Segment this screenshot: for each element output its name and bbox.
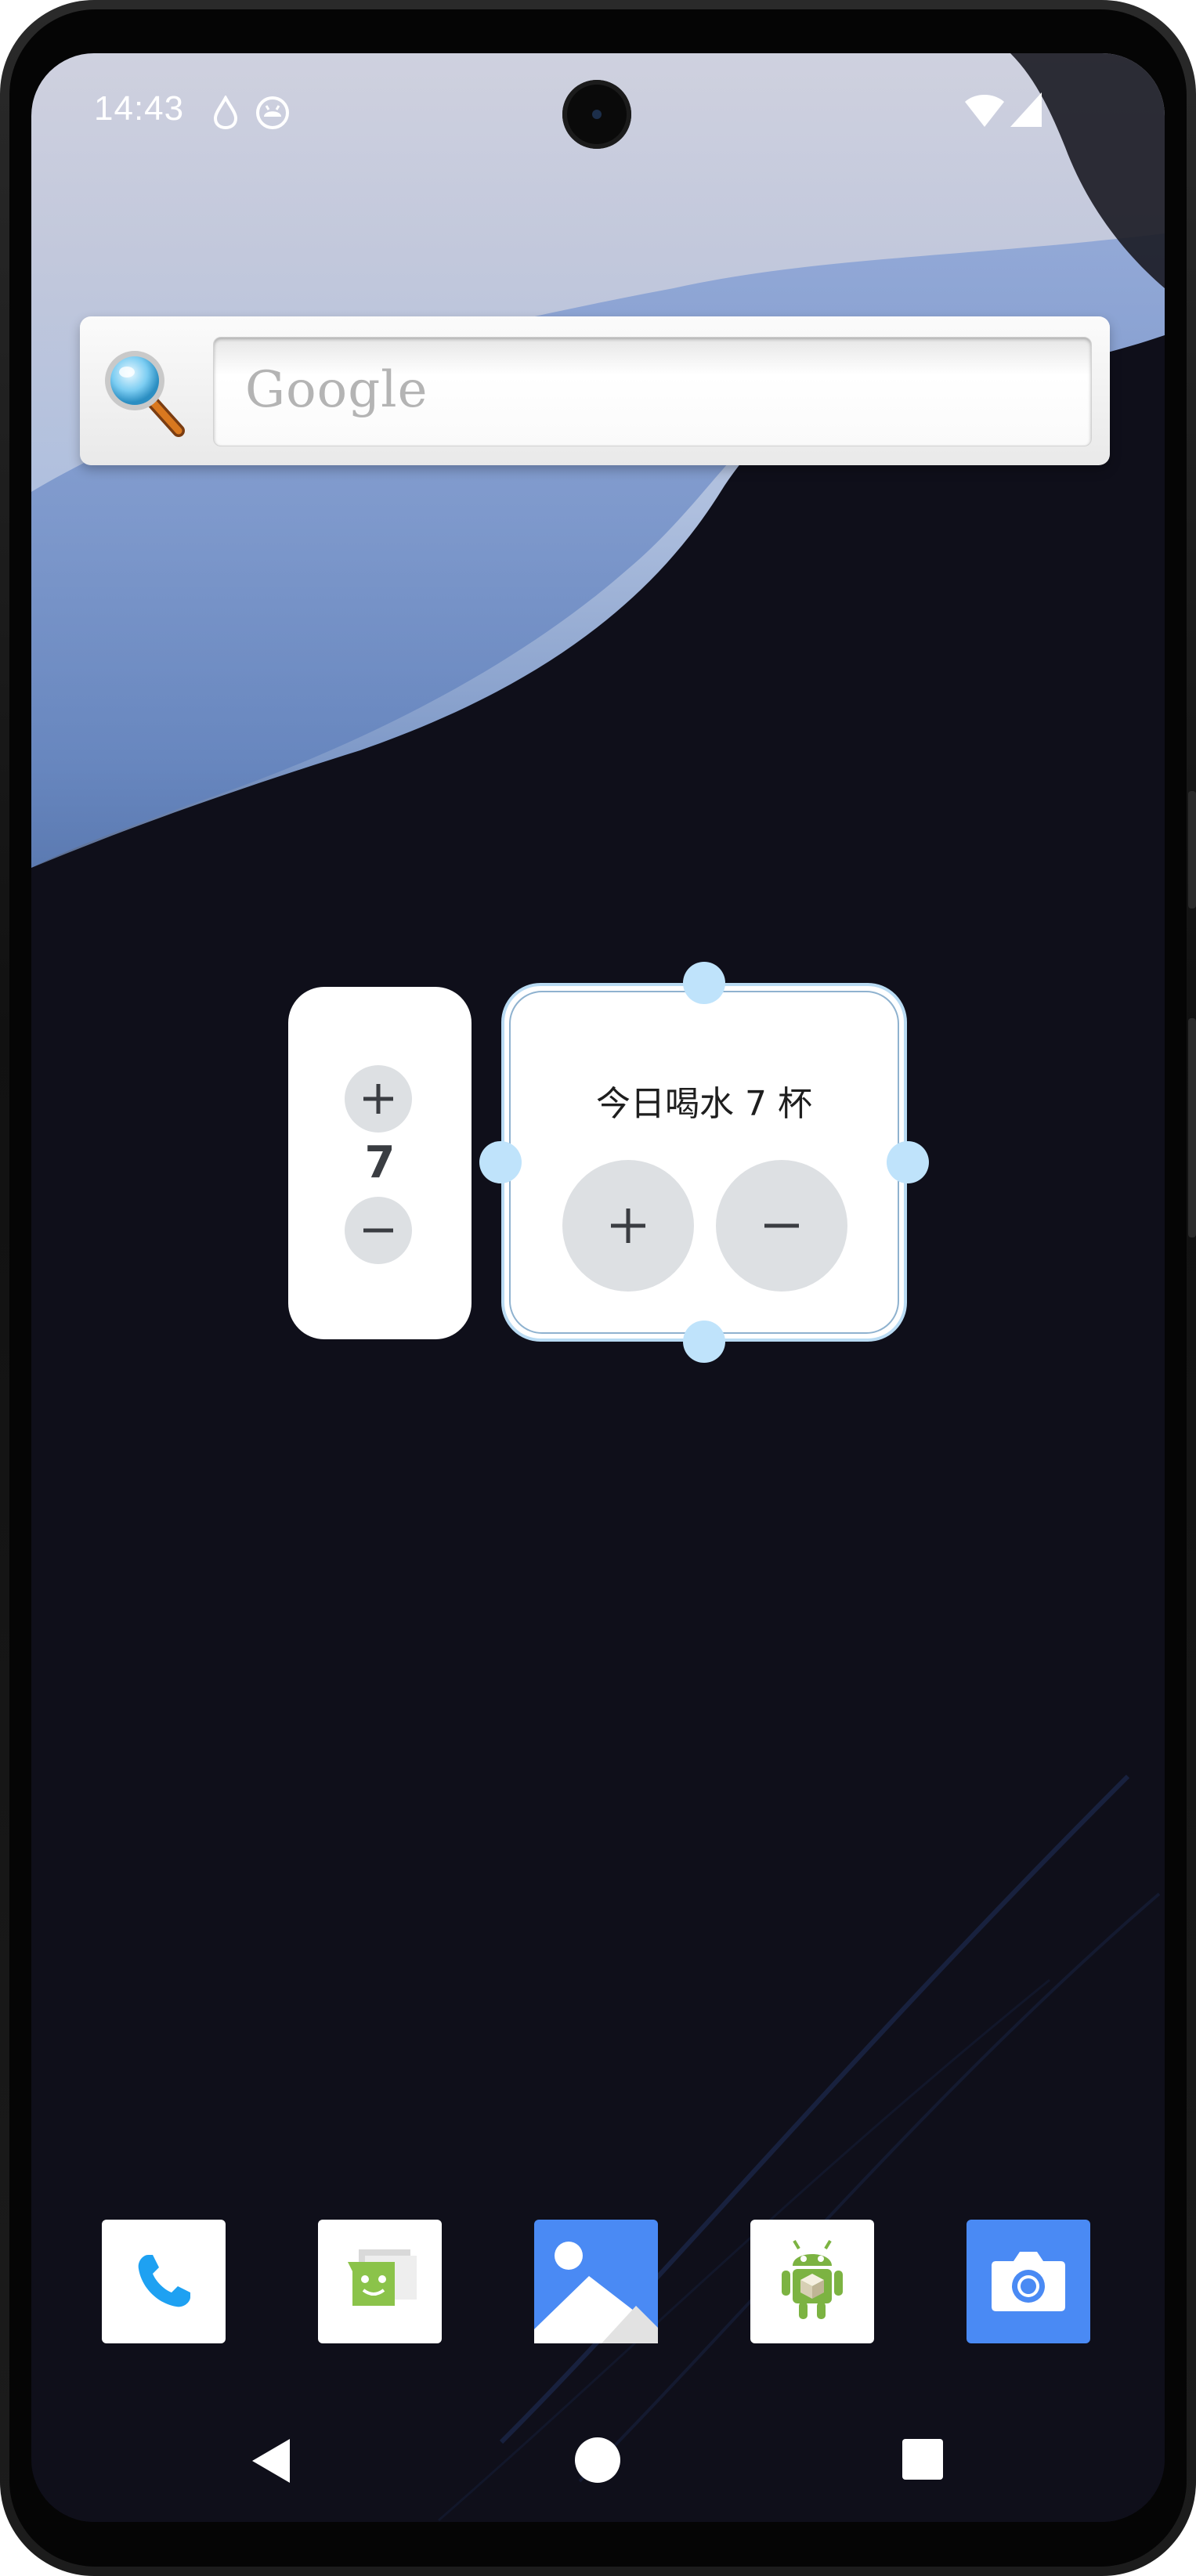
navigation-bar — [31, 2419, 1165, 2505]
small-plus-button[interactable]: + — [345, 1065, 412, 1133]
resize-handle-bottom[interactable] — [683, 1321, 725, 1363]
front-camera — [562, 80, 631, 149]
android-robot-icon — [782, 2239, 843, 2319]
minus-icon — [363, 1228, 393, 1233]
dock-app-camera[interactable] — [967, 2220, 1090, 2343]
water-drop-icon — [211, 94, 240, 133]
plus-icon — [363, 1084, 393, 1114]
resize-handle-top[interactable] — [683, 962, 725, 1004]
magnifier-icon[interactable] — [100, 346, 186, 439]
home-screen: 14:43 Google 7 今日喝水 7 杯 — [31, 53, 1165, 2522]
plus-button[interactable]: + — [562, 1160, 694, 1292]
minus-button[interactable]: − — [716, 1160, 847, 1292]
dock-app-android[interactable] — [750, 2220, 874, 2343]
search-placeholder: Google — [245, 361, 428, 419]
recents-icon[interactable] — [901, 2437, 945, 2484]
volume-button — [1188, 1018, 1196, 1237]
search-input[interactable]: Google — [213, 337, 1092, 446]
water-counter-widget-small[interactable]: + 7 − — [288, 987, 472, 1339]
back-icon[interactable] — [249, 2436, 296, 2489]
gallery-icon — [534, 2242, 658, 2343]
small-water-count: 7 — [364, 1137, 396, 1188]
wifi-icon — [963, 91, 1006, 133]
resize-handle-right[interactable] — [887, 1141, 929, 1183]
water-widget-title: 今日喝水 7 杯 — [596, 1084, 812, 1124]
wallpaper-shape — [31, 53, 1165, 1071]
dock-app-phone[interactable] — [102, 2220, 226, 2343]
status-bar: 14:43 — [31, 53, 1165, 163]
status-time: 14:43 — [94, 89, 185, 128]
dock-app-gallery[interactable] — [534, 2220, 658, 2343]
messages-icon — [348, 2249, 417, 2306]
water-counter-widget[interactable]: 今日喝水 7 杯 + − — [501, 983, 907, 1342]
minus-icon — [764, 1223, 799, 1228]
resize-handle-left[interactable] — [479, 1141, 522, 1183]
power-button — [1188, 791, 1196, 909]
home-icon[interactable] — [573, 2436, 622, 2487]
google-search-widget[interactable]: Google — [80, 316, 1110, 465]
cellular-signal-icon — [1009, 91, 1043, 132]
widget-selection-outline — [509, 991, 899, 1334]
plus-icon — [611, 1209, 645, 1243]
camera-icon — [992, 2252, 1065, 2311]
app-dock — [31, 2220, 1165, 2345]
phone-device-frame: 14:43 Google 7 今日喝水 7 杯 — [0, 0, 1196, 2576]
phone-icon — [138, 2255, 190, 2307]
dock-app-messages[interactable] — [318, 2220, 442, 2343]
android-status-icon — [255, 96, 290, 133]
wallpaper — [31, 53, 1165, 1071]
small-minus-button[interactable]: − — [345, 1197, 412, 1264]
